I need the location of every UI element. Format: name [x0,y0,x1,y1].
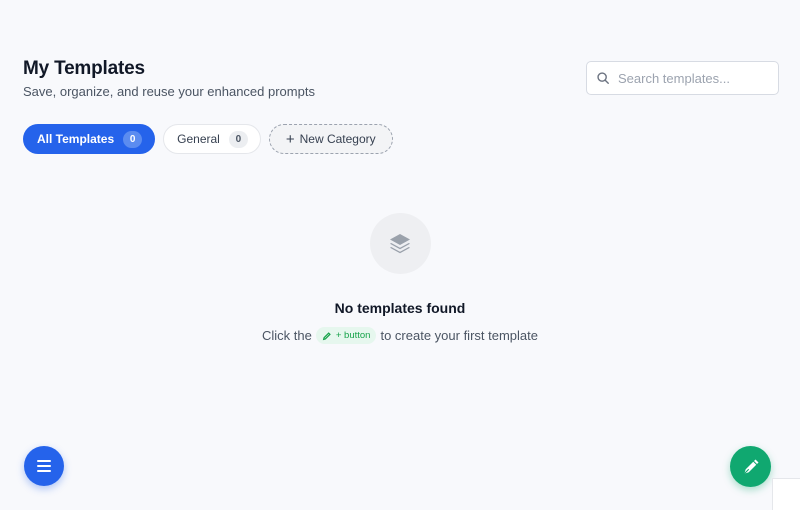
pen-icon [322,331,331,340]
search-icon [597,72,609,84]
tab-count-badge: 0 [228,130,248,148]
search-input[interactable] [618,70,768,86]
empty-state-title: No templates found [334,300,466,316]
tab-label: All Templates [37,132,115,146]
templates-page: My Templates Save, organize, and reuse y… [0,0,800,510]
page-title: My Templates [23,58,145,79]
page-subtitle: Save, organize, and reuse your enhanced … [23,84,315,99]
create-button-chip: + button [315,327,377,344]
hint-text-before: Click the [262,328,312,343]
tab-count-badge: 0 [123,130,143,148]
menu-button[interactable] [24,446,64,486]
chip-label: + button [335,330,371,341]
page-header: My Templates Save, organize, and reuse y… [23,58,315,99]
menu-icon [37,460,51,472]
pen-icon [743,459,758,474]
hint-text-after: to create your first template [380,328,538,343]
empty-state: No templates found Click the + button to… [0,213,800,344]
empty-state-icon-container [369,213,431,274]
new-category-label: New Category [299,132,376,146]
tab-all-templates[interactable]: All Templates 0 [23,124,156,154]
tab-label: General [177,132,220,146]
search-box[interactable] [586,61,779,95]
create-template-button[interactable] [730,446,771,487]
category-tabs: All Templates 0 General 0 + New Category [23,124,393,154]
corner-panel [772,478,800,510]
plus-icon: + [285,130,295,148]
new-category-button[interactable]: + New Category [268,124,393,154]
layers-icon [390,233,410,253]
tab-general[interactable]: General 0 [163,124,261,154]
empty-state-hint: Click the + button to create your first … [262,327,538,344]
